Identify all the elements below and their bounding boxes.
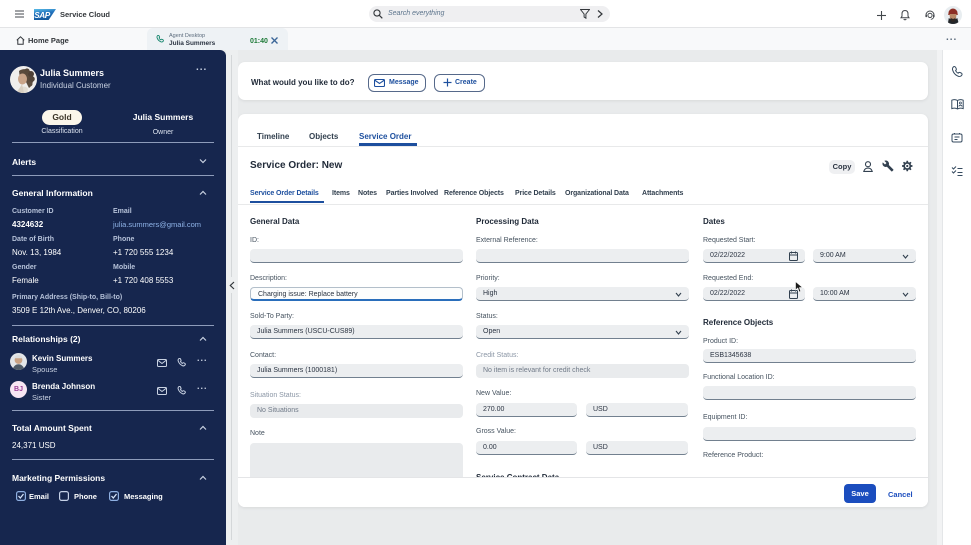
svg-text:SAP: SAP [34,11,51,20]
